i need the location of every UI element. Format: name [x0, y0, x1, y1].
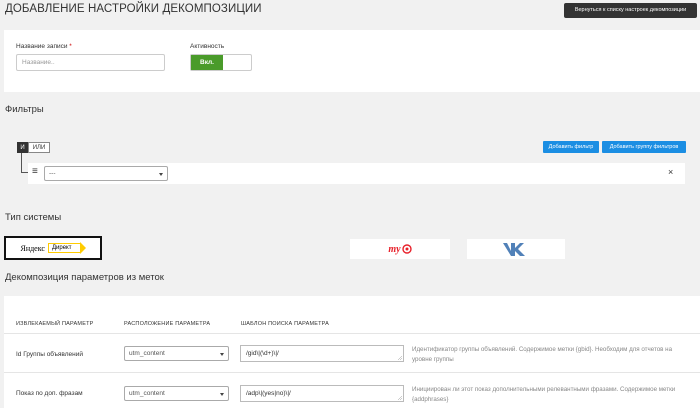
- system-title: Тип системы: [5, 212, 62, 223]
- direct-logo-arrow-icon: [79, 242, 86, 254]
- resize-grip-icon[interactable]: [398, 356, 402, 360]
- drag-handle-icon[interactable]: ≡: [32, 166, 38, 177]
- chevron-down-icon: [220, 352, 224, 356]
- add-filter-group-button[interactable]: Добавить группу фильтров: [602, 141, 686, 153]
- row-param-label: Показ по доп. фразам: [16, 390, 83, 397]
- vk-logo-icon: [503, 243, 525, 256]
- page-title: ДОБАВЛЕНИЕ НАСТРОЙКИ ДЕКОМПОЗИЦИИ: [5, 3, 262, 15]
- decomposition-title: Декомпозиция параметров из меток: [5, 272, 164, 283]
- row-description: Идентификатор группы объявлений. Содержи…: [412, 346, 673, 363]
- chevron-down-icon: [220, 392, 224, 396]
- record-name-input[interactable]: Название..: [16, 54, 165, 71]
- filters-title: Фильтры: [5, 104, 44, 115]
- row-location-value: utm_content: [129, 350, 165, 357]
- yandex-logo-text: Яндекс: [20, 243, 45, 253]
- record-name-label-text: Название записи: [16, 43, 68, 50]
- filter-and-button[interactable]: И: [17, 142, 28, 153]
- filter-field-select-value: ---: [49, 170, 56, 177]
- row-description: Инициирован ли этот показ дополнительным…: [412, 386, 676, 403]
- system-mytarget[interactable]: my: [350, 239, 450, 259]
- row-pattern-value: /adp\|(yes|no)\|/: [246, 390, 291, 397]
- system-vk[interactable]: [467, 239, 565, 259]
- column-header-location: РАСПОЛОЖЕНИЕ ПАРАМЕТРА: [124, 321, 211, 327]
- row-param-label: Id Группы объявлений: [16, 351, 83, 358]
- required-mark: *: [69, 43, 72, 50]
- remove-filter-icon[interactable]: ×: [668, 167, 673, 177]
- chevron-down-icon: [159, 172, 163, 176]
- mytarget-logo-text: my: [388, 243, 401, 255]
- column-header-param: ИЗВЛЕКАЕМЫЙ ПАРАМЕТР: [16, 321, 94, 327]
- row-location-value: utm_content: [129, 390, 165, 397]
- system-yandex-direct[interactable]: Яндекс Директ: [4, 236, 102, 260]
- column-header-pattern: ШАБЛОН ПОИСКА ПАРАМЕТРА: [241, 321, 330, 327]
- filter-or-button[interactable]: ИЛИ: [28, 142, 50, 153]
- mytarget-target-icon: [401, 244, 412, 254]
- active-label: Активность: [190, 43, 225, 50]
- resize-grip-icon[interactable]: [398, 396, 402, 400]
- filter-tree-connector: [21, 153, 28, 173]
- add-filter-button[interactable]: Добавить фильтр: [543, 141, 599, 153]
- table-header-divider: [4, 333, 700, 334]
- row-divider: [4, 372, 700, 373]
- back-to-list-button[interactable]: Вернуться к списку настроек декомпозиции: [564, 3, 697, 18]
- direct-logo-badge: Директ: [47, 243, 80, 253]
- filter-field-select[interactable]: ---: [44, 166, 168, 181]
- row-pattern-value: /gid\|(\d+)\|/: [246, 350, 279, 357]
- active-toggle-on[interactable]: Вкл.: [191, 55, 223, 70]
- row-pattern-textarea[interactable]: /adp\|(yes|no)\|/: [240, 385, 404, 402]
- row-location-select[interactable]: utm_content: [124, 386, 229, 401]
- record-name-label: Название записи *: [16, 43, 72, 50]
- row-location-select[interactable]: utm_content: [124, 346, 229, 361]
- row-pattern-textarea[interactable]: /gid\|(\d+)\|/: [240, 345, 404, 362]
- active-toggle[interactable]: Вкл.: [190, 54, 252, 71]
